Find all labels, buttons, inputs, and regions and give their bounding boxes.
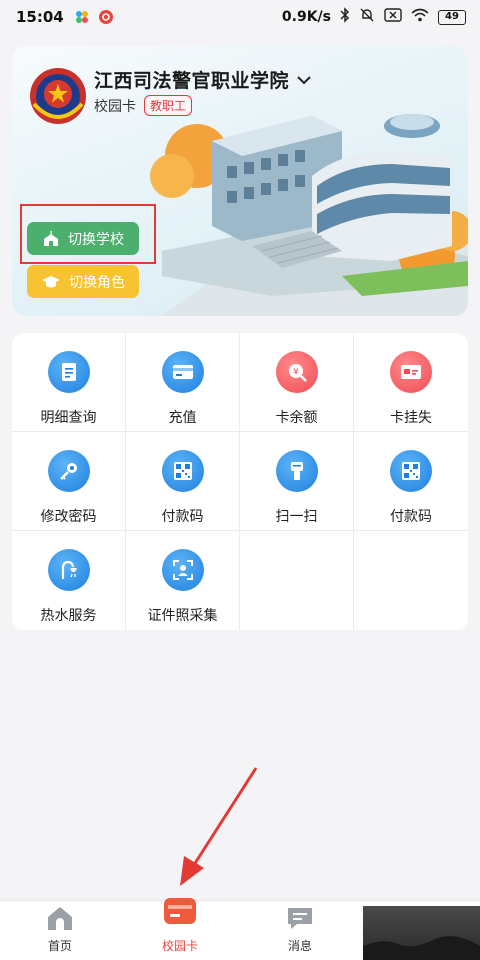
school-building-icon (44, 230, 58, 246)
nav-campus-card[interactable]: 校园卡 (120, 898, 240, 960)
service-detail-query[interactable]: 明细查询 (12, 333, 126, 432)
service-report-lost[interactable]: 卡挂失 (354, 333, 468, 432)
switch-school-button[interactable]: 切换学校 (27, 222, 139, 255)
service-hot-water[interactable]: 热水服务 (12, 531, 126, 630)
service-label: 充值 (168, 410, 197, 426)
service-payment-code-2[interactable]: 付款码 (354, 432, 468, 531)
switch-role-button[interactable]: 切换角色 (27, 265, 139, 298)
service-scan[interactable]: 扫一扫 (240, 432, 354, 531)
school-name: 江西司法警官职业学院 (94, 70, 290, 92)
service-change-password[interactable]: 修改密码 (12, 432, 126, 531)
nav-messages-label: 消息 (287, 939, 312, 953)
message-icon (288, 908, 312, 929)
list-detail-icon (47, 351, 90, 393)
wifi-icon (411, 8, 429, 26)
service-label: 修改密码 (40, 509, 97, 525)
nav-home[interactable]: 首页 (0, 901, 120, 960)
key-icon (47, 450, 90, 492)
switch-role-label: 切换角色 (69, 274, 125, 291)
service-grid: 明细查询 充值 ¥ 卡余额 卡挂失 修改密码 付款码 扫一扫 付款码 热水服务 … (12, 333, 468, 630)
scanner-icon (275, 450, 318, 492)
nav-messages[interactable]: 消息 (240, 901, 360, 960)
netease-music-icon (98, 9, 114, 25)
pointer-arrow-icon (180, 767, 258, 886)
no-sim-icon (384, 8, 402, 26)
nav-campus-card-label: 校园卡 (161, 939, 198, 953)
service-label: 卡挂失 (390, 410, 432, 426)
service-label: 付款码 (390, 509, 432, 525)
service-payment-code[interactable]: 付款码 (126, 432, 240, 531)
card-type-label: 校园卡 (94, 98, 136, 115)
mute-bell-icon (359, 7, 375, 27)
service-recharge[interactable]: 充值 (126, 333, 240, 432)
shower-icon (47, 549, 90, 591)
service-label: 证件照采集 (147, 608, 218, 624)
service-label: 卡余额 (275, 410, 318, 426)
service-id-photo[interactable]: 证件照采集 (126, 531, 240, 630)
qr-code-icon (161, 450, 204, 492)
campus-card-banner: 江西司法警官职业学院 校园卡 教职工 切换学校 切换角色 (12, 46, 468, 316)
school-selector[interactable]: 江西司法警官职业学院 (94, 66, 313, 93)
graduation-cap-icon (42, 275, 60, 287)
service-label: 扫一扫 (275, 509, 318, 525)
qr-code-icon (390, 450, 432, 492)
campus-card-icon (164, 898, 196, 924)
overlay-thumbnail (363, 906, 480, 960)
recharge-card-icon (161, 351, 204, 393)
switch-school-label: 切换学校 (68, 231, 124, 248)
battery-level: 49 (438, 9, 466, 25)
empty-cell (240, 531, 354, 630)
home-icon (48, 907, 72, 930)
service-label: 热水服务 (40, 608, 97, 624)
app-notification-icon (74, 9, 90, 25)
id-photo-icon (161, 549, 204, 591)
school-emblem-icon (30, 68, 86, 124)
nav-home-label: 首页 (47, 939, 72, 953)
chevron-down-icon (297, 75, 311, 84)
svg-text:¥: ¥ (293, 368, 299, 378)
status-time: 15:04 (16, 8, 64, 26)
status-bar: 15:04 0.9K/s 49 (0, 0, 480, 34)
network-speed: 0.9K/s (281, 9, 331, 25)
service-card-balance[interactable]: ¥ 卡余额 (240, 333, 354, 432)
balance-search-icon: ¥ (275, 351, 318, 393)
service-label: 明细查询 (40, 410, 97, 426)
service-label: 付款码 (161, 509, 204, 525)
empty-cell (354, 531, 468, 630)
bluetooth-icon (340, 7, 350, 27)
card-lost-icon (390, 351, 432, 393)
role-badge: 教职工 (144, 95, 193, 116)
